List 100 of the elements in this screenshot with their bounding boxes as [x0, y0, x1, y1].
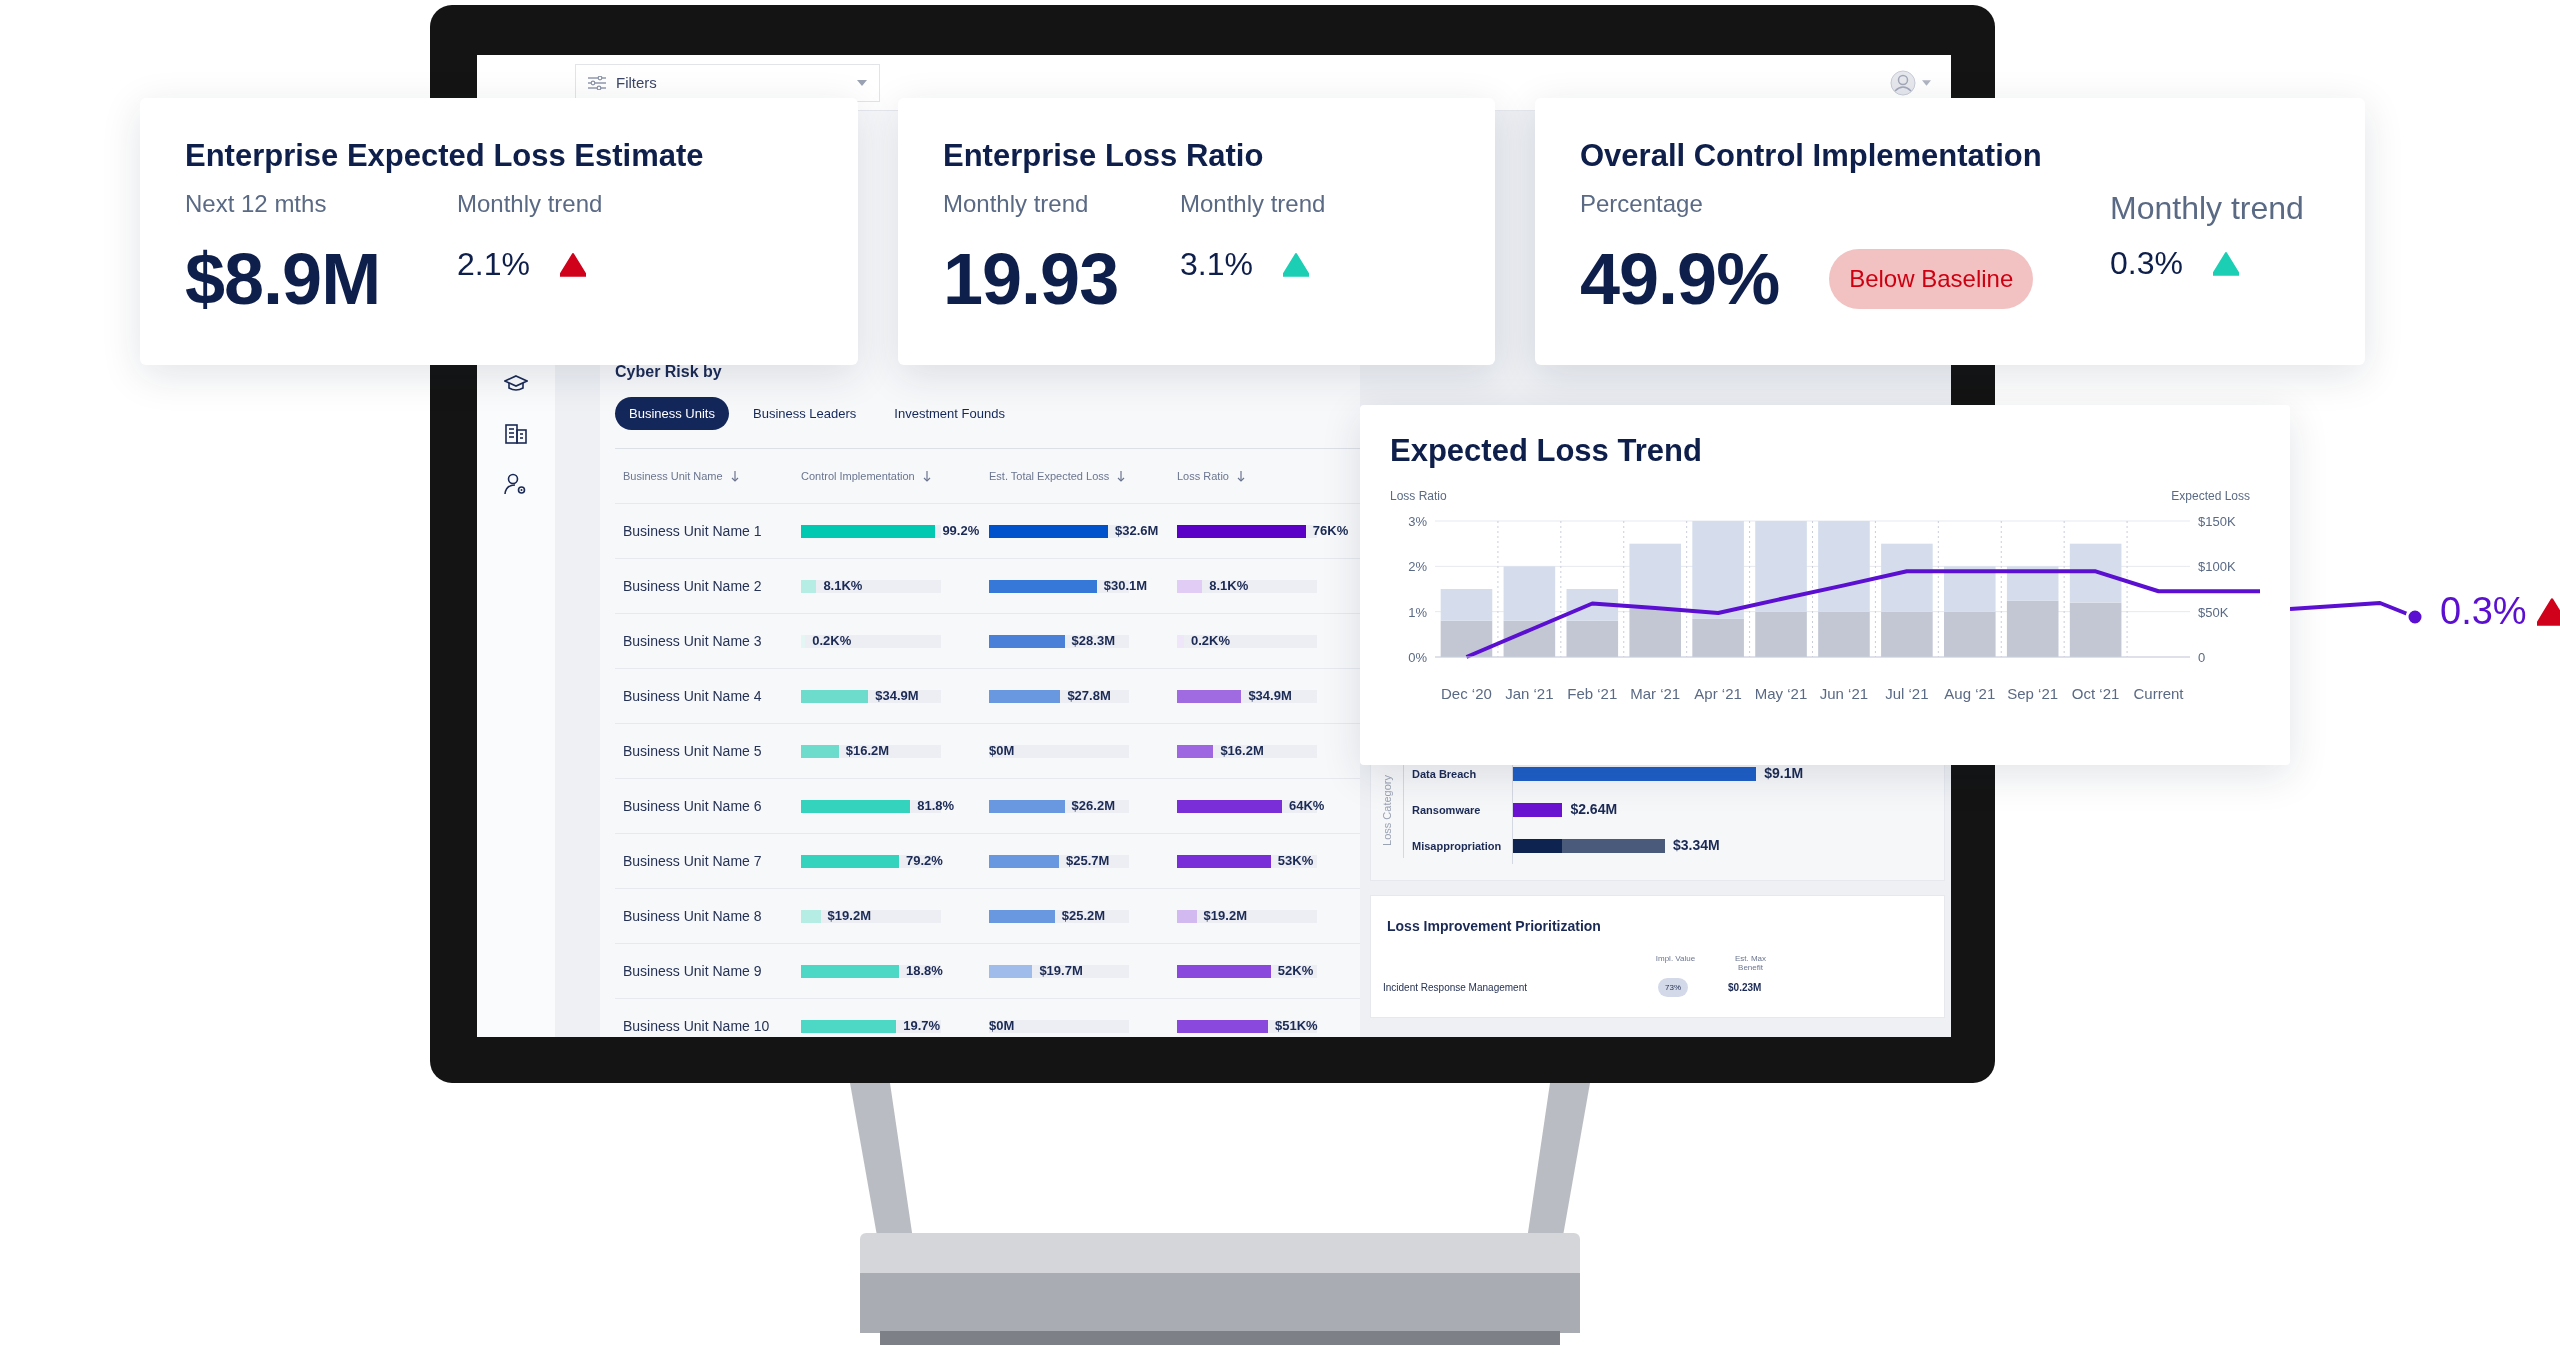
sort-arrow-icon — [730, 470, 739, 482]
sliders-icon — [588, 75, 606, 90]
category-label: Current — [2133, 685, 2184, 702]
cell-value: 19.7% — [903, 1017, 941, 1033]
business-unit-name: Business Unit Name 4 — [623, 688, 763, 704]
cell-value: $19.2M — [827, 907, 871, 923]
graduation-cap-icon[interactable] — [504, 374, 528, 394]
cell-value: $19.2M — [1203, 907, 1247, 923]
category-label: Jan ‘21 — [1505, 685, 1554, 702]
business-unit-name: Business Unit Name 5 — [623, 743, 763, 759]
column-header[interactable]: Control Implementation — [801, 470, 931, 482]
caret-icon — [1922, 79, 1931, 86]
cell-value: $28.3M — [1071, 632, 1115, 648]
cell-value: 52K% — [1277, 962, 1314, 978]
category-label: Misappropriation — [1412, 840, 1503, 852]
category-label: Sep ‘21 — [2007, 685, 2059, 702]
cell-value: $0M — [989, 1017, 1015, 1033]
metric-label: Next 12 mths — [185, 190, 328, 218]
status-badge: Below Baseline — [1829, 249, 2034, 309]
tab[interactable]: Business Units — [615, 397, 729, 430]
trend-value: 0.3% — [2440, 590, 2527, 633]
category-label: Aug ‘21 — [1944, 685, 1996, 702]
cell-value: $34.9M — [1248, 687, 1292, 703]
cell-value: 53K% — [1277, 852, 1314, 868]
category-label: May ‘21 — [1754, 685, 1808, 702]
cell-value: $25.2M — [1061, 907, 1106, 923]
trend-value: 2.1% — [457, 246, 530, 283]
category-label: Jul ‘21 — [1885, 685, 1929, 702]
chart-bar — [2069, 543, 2122, 603]
cell-value: 18.8% — [906, 962, 943, 978]
axis-label: Loss Category — [1381, 774, 1393, 846]
benefit-value: $0.23M — [1728, 982, 1762, 993]
cell-value: $26.2M — [1071, 797, 1115, 813]
business-unit-name: Business Unit Name 10 — [623, 1018, 771, 1034]
cell-value: 8.1K% — [1209, 577, 1249, 593]
trend-value: 3.1% — [1180, 246, 1253, 283]
cell-value: 0.2K% — [812, 632, 852, 648]
tick-label: $100K — [2198, 559, 2236, 575]
tick-label: 1% — [1408, 604, 1427, 620]
cell-value: 64K% — [1289, 797, 1325, 813]
category-label: Mar ‘21 — [1630, 685, 1681, 702]
cell-value: 76K% — [1312, 522, 1349, 538]
metric-label: Monthly trend — [943, 190, 1090, 218]
cell-value: $32.6M — [1115, 522, 1159, 538]
tick-label: $150K — [2198, 514, 2236, 529]
trend-label: Monthly trend — [457, 190, 603, 218]
section-title: Cyber Risk by — [615, 363, 723, 381]
metric-value: $8.9M — [185, 238, 381, 320]
category-label: Feb ‘21 — [1567, 685, 1618, 702]
trend-label: Monthly trend — [2110, 190, 2304, 227]
chart-title: Expected Loss Trend — [1390, 433, 1703, 469]
caret-icon — [857, 79, 867, 86]
business-unit-name: Business Unit Name 9 — [623, 963, 763, 979]
business-unit-name: Business Unit Name 7 — [623, 853, 763, 869]
card-title: Enterprise Loss Ratio — [943, 138, 1265, 174]
chart-bar — [1440, 589, 1493, 621]
business-unit-name: Business Unit Name 3 — [623, 633, 763, 649]
cell-value: 99.2% — [942, 522, 980, 538]
sort-arrow-icon — [1237, 470, 1245, 482]
cell-value: $0M — [989, 742, 1015, 758]
business-unit-name: Business Unit Name 8 — [623, 908, 763, 924]
metric-value: 49.9% — [1580, 238, 1780, 320]
cell-value: $25.7M — [1066, 852, 1110, 868]
chart-bar — [1629, 543, 1681, 609]
cell-value: $16.2M — [1220, 742, 1264, 758]
cell-value: $16.2M — [845, 742, 890, 758]
tab[interactable]: Investment Founds — [880, 397, 1019, 430]
category-label: Dec ‘20 — [1441, 685, 1492, 702]
card-title: Overall Control Implementation — [1580, 138, 2043, 174]
business-unit-name: Business Unit Name 1 — [623, 523, 763, 539]
sort-arrow-icon — [1117, 470, 1126, 482]
cell-value: $34.9M — [875, 687, 919, 703]
cell-value: $51K% — [1275, 1017, 1318, 1033]
value-pill: 73% — [1658, 978, 1688, 997]
avatar-icon — [1890, 69, 1916, 96]
trend-value: 0.3% — [2110, 245, 2183, 282]
business-unit-name: Business Unit Name 2 — [623, 578, 763, 594]
bar-value: $9.1M — [1764, 765, 1804, 781]
card-title: Enterprise Expected Loss Estimate — [185, 138, 705, 174]
bar-value: $3.34M — [1673, 837, 1720, 853]
building-icon[interactable] — [504, 422, 528, 444]
tab[interactable]: Business Leaders — [739, 397, 871, 430]
category-label: Oct ‘21 — [2071, 685, 2120, 702]
category-label: Apr ‘21 — [1694, 685, 1742, 702]
column-header[interactable]: Loss Ratio — [1177, 470, 1245, 482]
tick-label: $50K — [2198, 604, 2229, 620]
cell-value: 79.2% — [906, 852, 943, 868]
cell-value: 8.1K% — [823, 577, 863, 593]
category-label: Data Breach — [1412, 768, 1478, 780]
cell-value: 81.8% — [917, 797, 955, 813]
user-gear-icon[interactable] — [504, 472, 528, 496]
tick-label: 0 — [2198, 650, 2206, 665]
cell-value: $19.7M — [1039, 962, 1083, 978]
axis-label: Loss Ratio — [1390, 489, 1447, 503]
axis-label: Expected Loss — [2171, 489, 2250, 503]
column-header[interactable]: Est. Total Expected Loss — [989, 470, 1126, 482]
bar-value: $2.64M — [1570, 801, 1618, 817]
panel-title: Loss Improvement Prioritization — [1387, 918, 1602, 934]
tick-label: 2% — [1408, 559, 1427, 575]
column-header[interactable]: Business Unit Name — [623, 470, 739, 482]
